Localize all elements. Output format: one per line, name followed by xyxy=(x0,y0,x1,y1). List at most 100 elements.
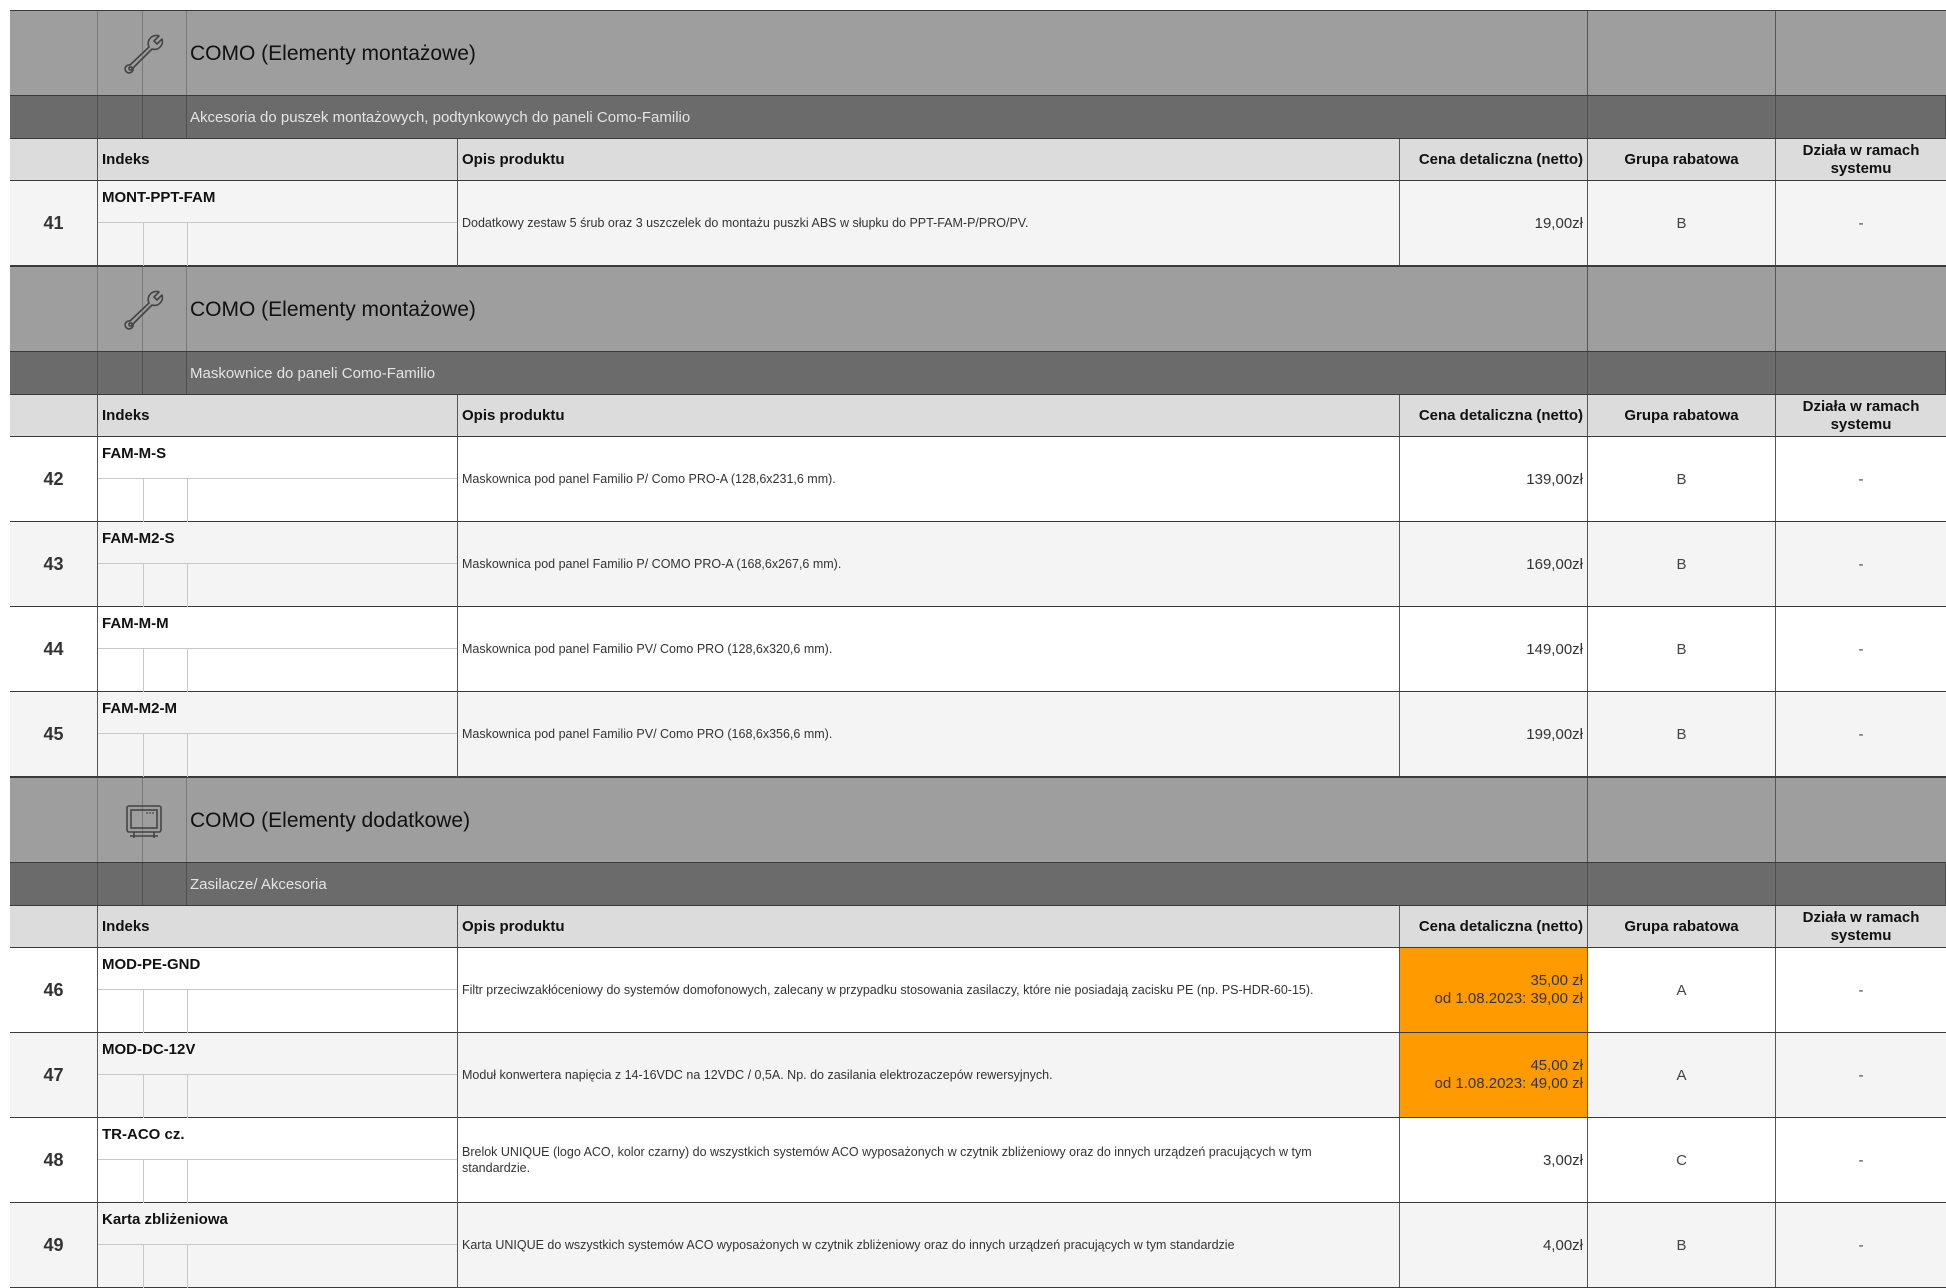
cell-col-0 xyxy=(10,96,98,138)
cell-col-6 xyxy=(1588,863,1776,905)
cell-col-5 xyxy=(1400,863,1588,905)
index-divider xyxy=(143,563,144,607)
cell-col-6: B xyxy=(1588,1203,1776,1287)
system-compat: - xyxy=(1858,725,1864,743)
cell-col-6: B xyxy=(1588,181,1776,265)
category-row: COMO (Elementy montażowe) xyxy=(10,10,1946,96)
index-cell: MOD-DC-12V xyxy=(98,1033,458,1118)
row-number: 48 xyxy=(43,1149,64,1170)
product-index: TR-ACO cz. xyxy=(102,1126,185,1143)
product-description: Maskownica pod panel Familio PV/ Como PR… xyxy=(462,727,833,741)
discount-group: B xyxy=(1676,1236,1687,1254)
subcategory-title: Zasilacze/ Akcesoria xyxy=(190,876,327,893)
cell-col-0 xyxy=(10,395,98,436)
system-compat: - xyxy=(1858,1066,1864,1084)
cell-col-5: 139,00zł xyxy=(1400,437,1588,521)
index-divider xyxy=(143,989,144,1033)
index-divider xyxy=(143,1244,144,1288)
product-price: 3,00zł xyxy=(1542,1151,1583,1169)
index-divider xyxy=(187,733,188,777)
index-divider xyxy=(143,733,144,777)
cell-col-7: - xyxy=(1776,1118,1946,1202)
monitor-device-icon xyxy=(120,798,168,846)
cell-col-6: Grupa rabatowa xyxy=(1588,906,1776,947)
index-cell: FAM-M-M xyxy=(98,607,458,692)
header-cena: Cena detaliczna (netto) xyxy=(1418,407,1583,424)
cell-col-7: - xyxy=(1776,1033,1946,1117)
cell-col-5: 45,00 zł od 1.08.2023: 49,00 zł xyxy=(1400,1033,1588,1117)
product-row: 49 Karta UNIQUE do wszystkich systemów AC… xyxy=(10,1203,1946,1288)
cell-col-6: B xyxy=(1588,607,1776,691)
product-description: Brelok UNIQUE (logo ACO, kolor czarny) d… xyxy=(462,1145,1312,1175)
product-row: 43 Maskownica pod panel Familio P/ COMO P… xyxy=(10,522,1946,607)
index-divider xyxy=(143,478,144,522)
discount-group: B xyxy=(1676,214,1687,232)
index-divider xyxy=(98,1159,457,1160)
product-row: 41 Dodatkowy zestaw 5 śrub oraz 3 uszczel… xyxy=(10,181,1946,266)
subcategory-row: Akcesoria do puszek montażowych, podtynk… xyxy=(10,96,1946,139)
cell-col-1: Indeks xyxy=(98,139,150,180)
cell-col-4: Moduł konwertera napięcia z 14-16VDC na … xyxy=(458,1033,1400,1117)
cell-col-2 xyxy=(143,863,187,905)
cell-col-0 xyxy=(10,863,98,905)
cell-col-2 xyxy=(143,352,187,394)
cell-col-0: 41 xyxy=(10,181,98,265)
cell-col-4: Maskownica pod panel Familio P/ Como PRO… xyxy=(458,437,1400,521)
index-cell: Karta zbliżeniowa xyxy=(98,1203,458,1288)
product-row: 45 Maskownica pod panel Familio PV/ Como … xyxy=(10,692,1946,777)
product-description: Maskownica pod panel Familio P/ COMO PRO… xyxy=(462,557,842,571)
cell-col-6: B xyxy=(1588,437,1776,521)
discount-group: B xyxy=(1676,640,1687,658)
discount-group: B xyxy=(1676,725,1687,743)
cell-col-6: B xyxy=(1588,692,1776,776)
cell-col-0 xyxy=(10,906,98,947)
cell-col-0: 44 xyxy=(10,607,98,691)
cell-col-5 xyxy=(1400,352,1588,394)
product-description: Maskownica pod panel Familio PV/ Como PR… xyxy=(462,642,833,656)
index-divider xyxy=(98,989,457,990)
index-cell: FAM-M2-M xyxy=(98,692,458,777)
product-description: Karta UNIQUE do wszystkich systemów ACO … xyxy=(462,1238,1235,1252)
subcategory-row: Zasilacze/ Akcesoria xyxy=(10,863,1946,906)
index-divider xyxy=(98,563,457,564)
row-number: 41 xyxy=(43,212,64,233)
product-description: Filtr przeciwzakłóceniowy do systemów do… xyxy=(462,983,1314,997)
discount-group: A xyxy=(1676,981,1687,999)
product-index: MOD-DC-12V xyxy=(102,1041,196,1058)
header-grupa: Grupa rabatowa xyxy=(1624,407,1739,424)
discount-group: A xyxy=(1676,1066,1687,1084)
header-cena: Cena detaliczna (netto) xyxy=(1418,918,1583,935)
index-divider xyxy=(187,222,188,266)
cell-col-0: 46 xyxy=(10,948,98,1032)
cell-col-2 xyxy=(143,139,187,180)
index-divider xyxy=(98,1074,457,1075)
header-dziala: Działa w ramach systemu xyxy=(1802,141,1920,177)
cell-col-5: 4,00zł xyxy=(1400,1203,1588,1287)
row-number: 44 xyxy=(43,638,64,659)
cell-col-5: Cena detaliczna (netto) xyxy=(1400,395,1588,436)
product-price: 169,00zł xyxy=(1526,555,1583,573)
cell-col-3 xyxy=(187,139,458,180)
product-index: FAM-M2-M xyxy=(102,700,177,717)
cell-col-7: Działa w ramach systemu xyxy=(1776,395,1946,436)
index-cell: FAM-M-S xyxy=(98,437,458,522)
cell-col-1 xyxy=(98,352,143,394)
discount-group: B xyxy=(1676,555,1687,573)
cell-col-2 xyxy=(143,906,187,947)
cell-col-4: Maskownica pod panel Familio PV/ Como PR… xyxy=(458,692,1400,776)
cell-col-3 xyxy=(187,395,458,436)
header-dziala: Działa w ramach systemu xyxy=(1802,908,1920,944)
product-description: Maskownica pod panel Familio P/ Como PRO… xyxy=(462,472,836,486)
product-index: FAM-M-M xyxy=(102,615,169,632)
cell-col-6: A xyxy=(1588,948,1776,1032)
product-index: MOD-PE-GND xyxy=(102,956,201,973)
cell-col-7: - xyxy=(1776,1203,1946,1287)
product-index: FAM-M-S xyxy=(102,445,167,462)
cell-col-7: - xyxy=(1776,522,1946,606)
cell-col-7 xyxy=(1776,267,1946,351)
cell-col-7 xyxy=(1776,863,1946,905)
product-price-future: od 1.08.2023: 49,00 zł xyxy=(1434,1075,1583,1092)
system-compat: - xyxy=(1858,640,1864,658)
system-compat: - xyxy=(1858,1236,1864,1254)
cell-col-0: 49 xyxy=(10,1203,98,1287)
